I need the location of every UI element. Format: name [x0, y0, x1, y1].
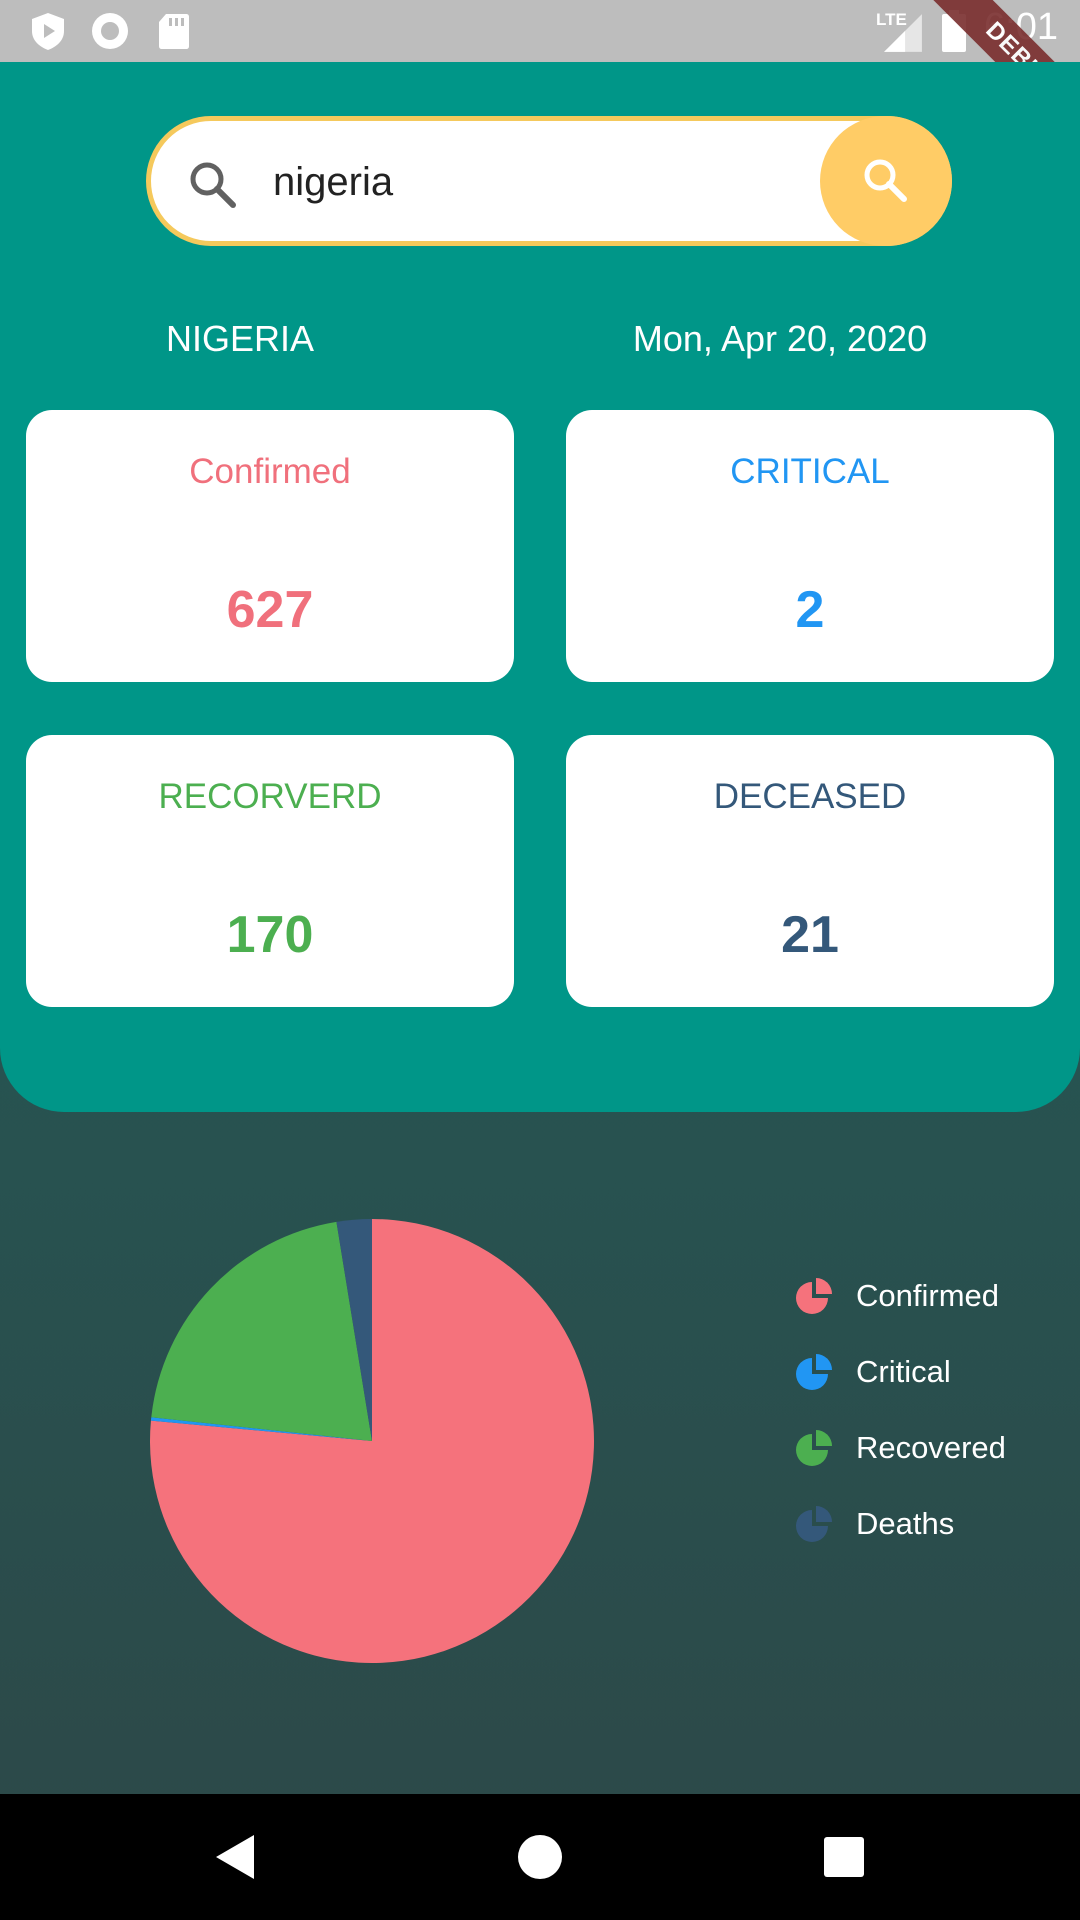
- pie-chart: [150, 1219, 594, 1663]
- pie-chart-icon: [796, 1278, 832, 1314]
- search-input[interactable]: [271, 143, 815, 221]
- legend-item-critical: Critical: [794, 1348, 951, 1396]
- pie-chart-icon: [796, 1354, 832, 1390]
- confirmed-label: Confirmed: [189, 452, 351, 491]
- deceased-card[interactable]: DECEASED 21: [566, 735, 1054, 1007]
- status-bar: LTE 6:01: [0, 0, 1080, 62]
- sd-card-icon: [159, 14, 189, 49]
- deceased-value: 21: [781, 906, 839, 964]
- date-label: Mon, Apr 20, 2020: [632, 318, 928, 359]
- back-icon[interactable]: [208, 1829, 264, 1885]
- legend-label: Recovered: [856, 1430, 1006, 1465]
- search-button[interactable]: [820, 116, 952, 246]
- recovered-label: RECORVERD: [158, 777, 382, 816]
- recents-icon[interactable]: [816, 1829, 872, 1885]
- critical-label: CRITICAL: [730, 452, 890, 491]
- confirmed-card[interactable]: Confirmed 627: [26, 410, 514, 682]
- legend-item-deaths: Deaths: [794, 1500, 954, 1548]
- legend-label: Deaths: [856, 1506, 955, 1541]
- search-icon: [190, 162, 236, 208]
- recovered-value: 170: [226, 906, 314, 964]
- signal-icon: [884, 14, 922, 52]
- critical-card[interactable]: CRITICAL 2: [566, 410, 1054, 682]
- confirmed-value: 627: [226, 581, 314, 639]
- recovered-card[interactable]: RECORVERD 170: [26, 735, 514, 1007]
- country-label: NIGERIA: [165, 318, 315, 359]
- chart-section: Confirmed Critical Recovered Deaths: [0, 1112, 1080, 1792]
- pie-chart-icon: [796, 1430, 832, 1466]
- shield-play-icon: [32, 13, 64, 50]
- search-icon: [864, 159, 907, 202]
- legend-label: Critical: [856, 1354, 951, 1389]
- pie-chart-icon: [796, 1506, 832, 1542]
- critical-value: 2: [795, 581, 825, 639]
- home-icon[interactable]: [512, 1829, 568, 1885]
- legend-label: Confirmed: [856, 1278, 999, 1313]
- deceased-label: DECEASED: [713, 777, 907, 816]
- navigation-bar: [0, 1794, 1080, 1920]
- legend-item-recovered: Recovered: [794, 1424, 1006, 1472]
- pie-slice-recovered: [151, 1221, 372, 1441]
- legend-item-confirmed: Confirmed: [794, 1272, 999, 1320]
- circle-record-icon: [92, 13, 128, 49]
